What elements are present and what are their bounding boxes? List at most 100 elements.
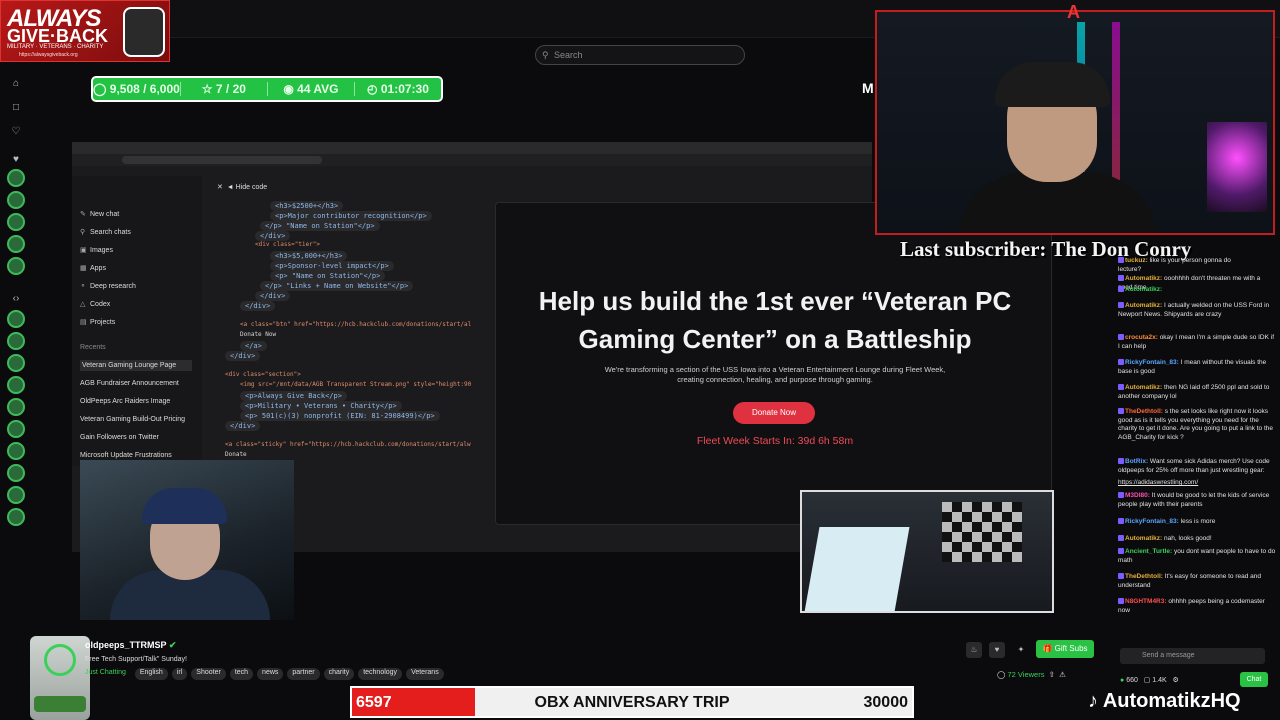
stream-tag[interactable]: partner xyxy=(287,668,320,680)
followed-channel-avatar[interactable] xyxy=(7,420,25,438)
chat-badge-icon xyxy=(1118,408,1124,415)
chat-username[interactable]: RickyFontain_83: xyxy=(1125,518,1179,525)
stream-tag[interactable]: Shooter xyxy=(191,668,226,680)
sidebar-item-apps[interactable]: ▦ Apps xyxy=(80,264,106,272)
chat-username[interactable]: Automatikz: xyxy=(1125,286,1162,293)
tiktok-icon: ♪ xyxy=(1088,690,1098,712)
code-line: </a> xyxy=(240,341,267,351)
sidebar-item-search-chats[interactable]: ⚲ Search chats xyxy=(80,228,131,236)
hide-code-button[interactable]: ✕ ◄ Hide code xyxy=(217,183,267,191)
chat-send-button[interactable]: Chat xyxy=(1240,672,1268,687)
channel-name[interactable]: oldpeeps_TTRMSP ✔ xyxy=(85,640,176,651)
chat-message: RickyFontain_83: I mean without the visu… xyxy=(1118,359,1276,376)
code-line: <p>Always Give Back</p> xyxy=(240,391,347,401)
browse-icon[interactable]: □ xyxy=(7,99,25,117)
sidebar-item-new-chat[interactable]: ✎ New chat xyxy=(80,210,119,218)
chat-stats: ● 660 ▢ 1.4K ⚙ xyxy=(1120,677,1179,684)
chat-username[interactable]: TheDethtoll: xyxy=(1125,573,1163,580)
sidebar-item-images[interactable]: ▣ Images xyxy=(80,246,113,254)
following-icon[interactable]: ♥ xyxy=(7,151,25,169)
planter-graphic xyxy=(30,636,90,720)
followed-channel-avatar[interactable] xyxy=(7,398,25,416)
chat-badge-icon xyxy=(1118,334,1124,341)
url-field[interactable] xyxy=(122,156,322,164)
chat-link[interactable]: https://adidaswrestling.com/ xyxy=(1118,479,1198,486)
chat-badge-icon xyxy=(1118,286,1124,293)
followed-channel-avatar[interactable] xyxy=(7,191,25,209)
followed-channel-avatar[interactable] xyxy=(7,257,25,275)
notification-bell-icon[interactable]: ♨ xyxy=(966,642,982,658)
stream-tag[interactable]: Veterans xyxy=(406,668,444,680)
followed-channel-avatar[interactable] xyxy=(7,213,25,231)
home-icon[interactable]: ⌂ xyxy=(7,75,25,93)
chat-badge-icon xyxy=(1118,548,1124,555)
followed-channel-avatar[interactable] xyxy=(7,486,25,504)
chat-username[interactable]: tuckuz: xyxy=(1125,257,1148,264)
preview-headline: Help us build the 1st ever “Veteran PC G… xyxy=(538,286,1012,354)
chat-username[interactable]: Automatikz: xyxy=(1125,275,1162,282)
search-input[interactable]: ⚲ Search xyxy=(535,45,745,65)
chat-username[interactable]: N8GHTM4R3: xyxy=(1125,598,1167,605)
overlay-letter-a: A xyxy=(1067,2,1080,22)
chat-username[interactable]: Automatikz: xyxy=(1125,302,1162,309)
stream-tag[interactable]: news xyxy=(257,668,284,680)
sidebar-item-codex[interactable]: △ Codex xyxy=(80,300,110,308)
browser-address-bar[interactable] xyxy=(72,154,872,166)
stream-tag[interactable]: irl xyxy=(171,668,188,680)
chat-username[interactable]: crocuta2x: xyxy=(1125,334,1158,341)
followed-channel-avatar[interactable] xyxy=(7,508,25,526)
category-link[interactable]: Just Chatting xyxy=(85,668,131,680)
chat-username[interactable]: Automatikz: xyxy=(1125,535,1162,542)
sidebar-item-deep-research[interactable]: ⚬ Deep research xyxy=(80,282,136,290)
guest-cap xyxy=(142,488,227,524)
stat-stars: ☆ 7 / 20 xyxy=(181,82,268,96)
stream-tag[interactable]: technology xyxy=(358,668,403,680)
recent-chat-item[interactable]: AGB Fundraiser Announcement xyxy=(80,380,179,387)
followed-channel-avatar[interactable] xyxy=(7,310,25,328)
stream-tag[interactable]: English xyxy=(134,668,168,680)
follow-heart-icon[interactable]: ♥ xyxy=(989,642,1005,658)
tiktok-handle: ♪ AutomatikzHQ xyxy=(1088,690,1241,712)
followed-channel-avatar[interactable] xyxy=(7,376,25,394)
follower-count: 1.4K xyxy=(1152,677,1167,684)
codex-icon: △ xyxy=(80,301,86,308)
followed-channel-avatar[interactable] xyxy=(7,354,25,372)
followed-channel-avatar[interactable] xyxy=(7,235,25,253)
chat-username[interactable]: Ancient_Turtle: xyxy=(1125,548,1172,555)
chat-username[interactable]: Automatikz: xyxy=(1125,384,1162,391)
chat-message-input[interactable]: Send a message xyxy=(1120,648,1265,664)
goal-target: 30000 xyxy=(863,694,909,711)
followed-channel-avatar[interactable] xyxy=(7,442,25,460)
code-line: <p>Major contributor recognition</p> xyxy=(270,211,432,221)
followed-channel-avatar[interactable] xyxy=(7,169,25,187)
research-icon: ⚬ xyxy=(80,283,86,290)
followed-channel-avatar[interactable] xyxy=(7,464,25,482)
donate-now-button[interactable]: Donate Now xyxy=(733,402,815,424)
chat-message: N8GHTM4R3: ohhhh peeps being a codemaste… xyxy=(1118,598,1276,615)
main-webcam xyxy=(875,10,1275,235)
chatgpt-sidebar: ✎ New chat ⚲ Search chats ▣ Images ▦ Apps ⚬ D… xyxy=(72,176,202,466)
pin-icon[interactable]: ✦ xyxy=(1013,642,1029,658)
chat-badge-icon xyxy=(1118,598,1124,605)
followed-channel-avatar[interactable] xyxy=(7,332,25,350)
heart-icon[interactable]: ♡ xyxy=(7,123,25,141)
recent-chat-item[interactable]: Veteran Gaming Lounge Page xyxy=(80,360,192,371)
stream-tag[interactable]: charity xyxy=(323,668,355,680)
recent-chat-item[interactable]: OldPeeps Arc Raiders Image xyxy=(80,398,170,405)
live-icon[interactable]: ‹› xyxy=(7,290,25,308)
sidebar-item-projects[interactable]: ▤ Projects xyxy=(80,318,115,326)
streamer-cap xyxy=(995,62,1110,107)
goal-label: OBX ANNIVERSARY TRIP xyxy=(534,694,730,711)
browser-tab-strip[interactable] xyxy=(72,142,872,154)
recent-chat-item[interactable]: Veteran Gaming Build-Out Pricing xyxy=(80,416,185,423)
chat-username[interactable]: M3DI80: xyxy=(1125,492,1150,499)
verified-icon: ✔ xyxy=(168,640,177,650)
stream-tag[interactable]: tech xyxy=(229,668,254,680)
chat-username[interactable]: RickyFontain_83: xyxy=(1125,359,1179,366)
chat-username[interactable]: BotRix: xyxy=(1125,458,1148,465)
chat-badge-icon xyxy=(1118,302,1124,309)
recent-chat-item[interactable]: Microsoft Update Frustrations xyxy=(80,452,172,459)
gift-subs-button[interactable]: 🎁 Gift Subs xyxy=(1036,640,1094,658)
chat-username[interactable]: TheDethtoll: xyxy=(1125,408,1163,415)
recent-chat-item[interactable]: Gain Followers on Twitter xyxy=(80,434,159,441)
